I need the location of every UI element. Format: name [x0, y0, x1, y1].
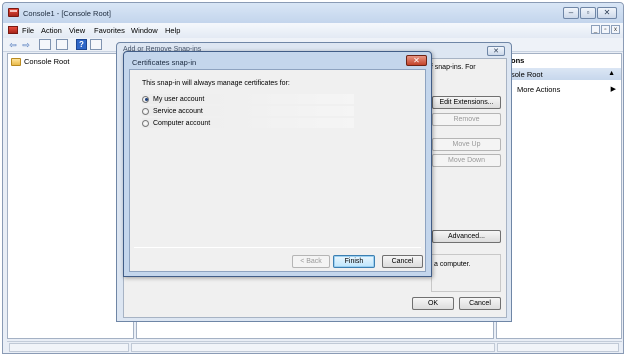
radio-unselected-icon[interactable]	[142, 107, 149, 115]
actions-header: ons	[497, 54, 621, 66]
finish-button[interactable]: Finish	[333, 255, 375, 268]
window-title: Console1 - [Console Root]	[23, 9, 111, 18]
dialog-separator	[134, 247, 421, 248]
menu-action[interactable]: Action	[41, 26, 62, 35]
cert-prompt-text: This snap-in will always manage certific…	[142, 80, 290, 87]
add-remove-close-button[interactable]: ✕	[487, 46, 505, 56]
radio-my-user-account[interactable]: My user account	[142, 94, 354, 104]
menu-window[interactable]: Window	[131, 26, 158, 35]
menu-file[interactable]: File	[22, 26, 34, 35]
child-window-controls: _ ▫ x	[591, 25, 620, 34]
show-hide-action-pane-icon[interactable]	[90, 39, 102, 50]
minimize-button[interactable]: –	[563, 7, 579, 19]
cert-close-button[interactable]: ✕	[406, 55, 427, 66]
folder-icon	[11, 57, 21, 66]
back-arrow-icon[interactable]: ⇦	[7, 40, 19, 50]
child-restore-button[interactable]: ▫	[601, 25, 610, 34]
radio-selected-icon[interactable]	[142, 95, 149, 103]
help-icon[interactable]: ?	[76, 39, 87, 50]
back-button[interactable]: < Back	[292, 255, 330, 268]
tree-item-label: Console Root	[24, 57, 70, 66]
child-minimize-button[interactable]: _	[591, 25, 600, 34]
status-bar	[7, 341, 622, 353]
cert-cancel-button[interactable]: Cancel	[382, 255, 423, 268]
description-text: a computer.	[434, 261, 471, 268]
actions-pane: ons sole Root ▲ More Actions ▶	[496, 53, 622, 339]
description-box	[431, 254, 501, 292]
certificates-snapin-dialog: Certificates snap-in ✕ This snap-in will…	[123, 51, 432, 277]
radio-service-account[interactable]: Service account	[142, 106, 354, 116]
snapin-description-text: of snap-ins. For	[427, 64, 476, 71]
cert-dialog-title: Certificates snap-in	[132, 58, 197, 67]
cert-dialog-body: This snap-in will always manage certific…	[129, 69, 426, 272]
remove-button[interactable]: Remove	[432, 113, 501, 126]
child-close-button[interactable]: x	[611, 25, 620, 34]
tree-item-console-root[interactable]: Console Root	[11, 57, 69, 66]
maximize-button[interactable]: ▫	[580, 7, 596, 19]
add-remove-cancel-button[interactable]: Cancel	[459, 297, 501, 310]
actions-section-console-root[interactable]: sole Root ▲	[497, 68, 621, 80]
ok-button[interactable]: OK	[412, 297, 454, 310]
console-menu-icon[interactable]	[8, 26, 18, 34]
title-bar: Console1 - [Console Root] – ▫ ✕	[3, 3, 623, 23]
status-segment	[9, 343, 129, 352]
edit-extensions-button[interactable]: Edit Extensions...	[432, 96, 501, 109]
forward-arrow-icon[interactable]: ⇨	[20, 40, 32, 50]
radio-label: Service account	[153, 107, 203, 115]
menu-favorites[interactable]: Favorites	[94, 26, 125, 35]
menu-help[interactable]: Help	[165, 26, 180, 35]
collapse-arrow-icon[interactable]: ▲	[608, 70, 615, 77]
menu-view[interactable]: View	[69, 26, 85, 35]
radio-label: Computer account	[153, 119, 211, 127]
close-button[interactable]: ✕	[597, 7, 617, 19]
console-tree-pane: Console Root	[7, 53, 134, 339]
more-actions-item[interactable]: More Actions	[517, 85, 560, 94]
submenu-arrow-icon: ▶	[610, 86, 616, 93]
mmc-app-icon	[8, 8, 19, 17]
move-down-button[interactable]: Move Down	[432, 154, 501, 167]
radio-computer-account[interactable]: Computer account	[142, 118, 354, 128]
window-controls: – ▫ ✕	[563, 7, 617, 19]
radio-unselected-icon[interactable]	[142, 119, 149, 127]
status-segment	[497, 343, 619, 352]
up-one-level-icon[interactable]	[56, 39, 68, 50]
advanced-button[interactable]: Advanced...	[432, 230, 501, 243]
show-hide-tree-icon[interactable]	[39, 39, 51, 50]
move-up-button[interactable]: Move Up	[432, 138, 501, 151]
actions-section-label: sole Root	[511, 70, 543, 79]
menu-bar: File Action View Favorites Window Help _…	[3, 23, 623, 38]
status-segment	[131, 343, 495, 352]
radio-label: My user account	[153, 95, 205, 103]
